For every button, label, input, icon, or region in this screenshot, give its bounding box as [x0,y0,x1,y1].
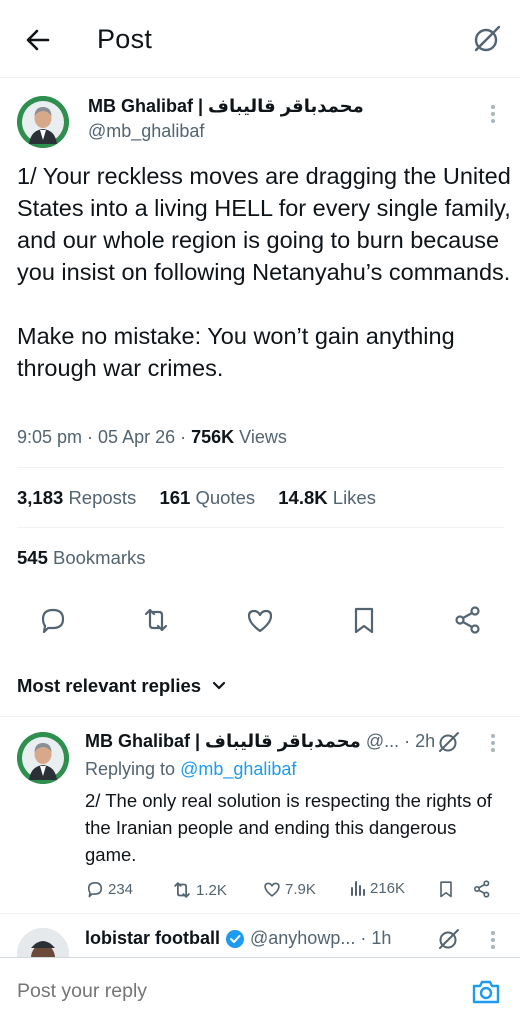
more-options-button[interactable] [487,733,499,755]
divider [0,913,520,914]
comment-icon [87,881,103,898]
grok-button[interactable] [436,926,462,952]
back-button[interactable] [22,24,54,56]
reply-time[interactable]: · 2h [404,731,435,752]
author-avatar[interactable] [17,96,69,148]
heart-icon [247,609,273,633]
reply-composer [0,957,520,1024]
reply-author-handle[interactable]: @anyhowp... [250,928,355,949]
grok-button[interactable] [470,22,504,56]
like-button[interactable] [244,604,276,636]
author-handle[interactable]: @mb_ghalibaf [88,121,204,142]
reply-sort-dropdown[interactable]: Most relevant replies [17,675,227,697]
reply-share-button[interactable] [472,879,492,899]
repost-icon [144,608,168,632]
camera-icon [472,980,500,1004]
reply-views-button[interactable]: 216K [349,879,405,897]
top-bar: Post [0,0,520,78]
author-name[interactable]: MB Ghalibaf | محمدباقر قالیباف [88,96,364,117]
reply-bookmark-button[interactable] [436,879,456,899]
bookmarks-stat[interactable]: 545 Bookmarks [17,547,146,569]
share-icon [474,880,490,898]
replying-to-link[interactable]: @mb_ghalibaf [180,759,296,779]
arrow-left-icon [26,29,50,51]
grok-icon [439,929,459,949]
tweet-date[interactable]: 05 Apr 26 [98,427,175,447]
reply-author-handle[interactable]: @... [366,731,399,752]
chevron-down-icon [212,681,226,690]
views-icon [351,881,365,896]
divider [17,527,504,528]
views-count: 756K [191,427,235,447]
heart-icon [264,882,280,897]
views-label: Views [239,427,287,447]
bookmark-icon [354,607,374,634]
verified-badge-icon [226,929,244,948]
reply-reply-button[interactable]: 234 [85,879,133,899]
grok-icon [474,25,501,52]
comment-icon [41,608,65,634]
replying-to: Replying to @mb_ghalibaf [85,759,297,779]
reply-input[interactable] [17,980,437,1003]
tweet-text: 1/ Your reckless moves are dragging the … [17,163,511,381]
bookmark-button[interactable] [348,604,380,636]
repost-icon [174,882,190,898]
likes-stat[interactable]: 14.8K Likes [278,487,376,508]
divider [17,467,504,468]
reply-text: 2/ The only real solution is respecting … [85,790,492,865]
sort-label: Most relevant replies [17,675,202,696]
bookmark-icon [440,881,452,898]
more-options-button[interactable] [487,104,499,126]
reply-button[interactable] [37,604,69,636]
reply-header: MB Ghalibaf | محمدباقر قالیباف @... · 2h [85,731,435,752]
tweet-time[interactable]: 9:05 pm [17,427,82,447]
reply-like-button[interactable]: 7.9K [262,879,316,899]
grok-button[interactable] [436,729,462,755]
reply-header: lobistar football @anyhowp... · 1h [85,928,391,949]
share-button[interactable] [452,604,484,636]
divider [0,716,520,717]
page-title: Post [97,24,153,54]
reply-author-name[interactable]: MB Ghalibaf | محمدباقر قالیباف [85,731,361,752]
quotes-stat[interactable]: 161 Quotes [159,487,255,508]
tweet-meta: 9:05 pm · 05 Apr 26 · 756K Views [17,427,287,447]
reply-repost-button[interactable]: 1.2K [171,879,227,901]
reply-avatar[interactable] [17,732,69,784]
engagement-stats: 3,183 Reposts 161 Quotes 14.8K Likes [17,487,394,509]
repost-button[interactable] [140,604,172,636]
reply-action-bar: 234 1.2K 7.9K 216K [85,879,495,903]
more-options-button[interactable] [487,930,499,952]
reply-author-name[interactable]: lobistar football [85,928,220,949]
camera-button[interactable] [470,976,502,1008]
reply-time[interactable]: · 1h [360,928,391,949]
grok-icon [439,732,459,752]
share-icon [455,606,480,634]
reposts-stat[interactable]: 3,183 Reposts [17,487,136,508]
